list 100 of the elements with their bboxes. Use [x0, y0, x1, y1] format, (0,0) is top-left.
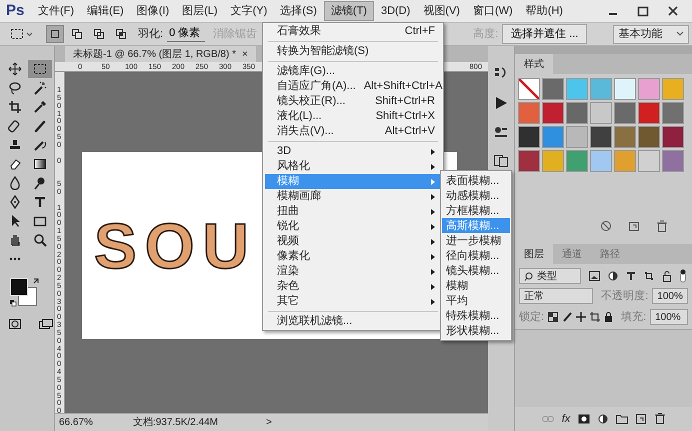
style-swatch[interactable]	[614, 78, 636, 100]
filter-toggle-icon[interactable]	[680, 269, 686, 283]
documents-icon[interactable]	[493, 154, 509, 168]
blend-mode-dropdown[interactable]: 正常	[519, 288, 594, 304]
menu-item[interactable]: 锐化	[265, 219, 441, 234]
adjustment-filter-icon[interactable]	[608, 271, 618, 281]
style-swatch[interactable]	[518, 78, 540, 100]
panel-tab[interactable]: 样式	[515, 54, 553, 74]
menu-item[interactable]: 转换为智能滤镜(S)	[265, 44, 441, 59]
menu-item[interactable]: 选择(S)	[274, 2, 323, 20]
style-swatch[interactable]	[590, 102, 612, 124]
style-swatch[interactable]	[542, 78, 564, 100]
screen-mode-icon[interactable]	[38, 318, 54, 330]
menu-item[interactable]: 消失点(V)... Alt+Ctrl+V	[265, 124, 441, 139]
style-swatch[interactable]	[662, 78, 684, 100]
properties-icon[interactable]	[494, 126, 508, 138]
folder-icon[interactable]	[616, 414, 628, 424]
quick-mask-icon[interactable]	[8, 318, 22, 330]
menu-item[interactable]: 风格化	[265, 159, 441, 174]
style-swatch[interactable]	[590, 126, 612, 148]
panel-tab[interactable]: 图层	[515, 244, 553, 264]
menu-item[interactable]: 特殊模糊...	[442, 308, 510, 323]
menu-item[interactable]: 模糊	[442, 278, 510, 293]
brush-icon[interactable]	[562, 312, 572, 322]
close-tab-button[interactable]: ×	[242, 46, 248, 62]
type-filter-icon[interactable]	[626, 271, 636, 281]
artboard-icon[interactable]	[590, 312, 600, 322]
menu-item[interactable]: 形状模糊...	[442, 323, 510, 338]
style-swatch[interactable]	[638, 126, 660, 148]
clear-style-icon[interactable]	[600, 220, 612, 232]
menu-item[interactable]: 石膏效果 Ctrl+F	[265, 24, 441, 39]
status-menu-arrow[interactable]: >	[266, 415, 272, 430]
menu-item[interactable]: 文件(F)	[32, 2, 80, 20]
menu-item[interactable]: 视图(V)	[417, 2, 466, 20]
menu-item[interactable]: 图层(L)	[176, 2, 224, 20]
menu-item[interactable]: 渲染	[265, 264, 441, 279]
smart-object-filter-icon[interactable]	[662, 270, 672, 282]
menu-item[interactable]: 编辑(E)	[81, 2, 130, 20]
play-icon[interactable]	[494, 96, 508, 110]
opacity-field[interactable]: 100%	[652, 288, 688, 304]
select-and-mask-button[interactable]: 选择并遮住 ...	[502, 24, 588, 44]
style-swatch[interactable]	[614, 150, 636, 172]
menu-item[interactable]: 液化(L)... Shift+Ctrl+X	[265, 109, 441, 124]
menu-item[interactable]: 其它	[265, 294, 441, 309]
style-swatch[interactable]	[518, 150, 540, 172]
lock-pixels-icon[interactable]	[548, 312, 558, 322]
adjustment-layer-icon[interactable]	[598, 414, 608, 424]
fill-field[interactable]: 100%	[650, 308, 688, 325]
lock-icon[interactable]	[604, 312, 614, 322]
style-swatch[interactable]	[542, 126, 564, 148]
menu-item[interactable]: 表面模糊...	[442, 173, 510, 188]
menu-item[interactable]: 浏览联机滤镜...	[265, 314, 441, 329]
workspace-dropdown[interactable]: 基本功能	[613, 24, 690, 44]
style-swatch[interactable]	[542, 150, 564, 172]
feather-field[interactable]: 0 像素	[167, 26, 206, 42]
style-swatch[interactable]	[566, 150, 588, 172]
menu-item[interactable]: 3D(D)	[374, 2, 416, 20]
style-swatch[interactable]	[638, 102, 660, 124]
history-icon[interactable]	[494, 66, 508, 80]
menu-item[interactable]: 平均	[442, 293, 510, 308]
menu-item[interactable]: 滤镜库(G)...	[265, 64, 441, 79]
menu-item[interactable]: 进一步模糊	[442, 233, 510, 248]
style-swatch[interactable]	[566, 78, 588, 100]
style-swatch[interactable]	[638, 150, 660, 172]
style-swatch[interactable]	[590, 150, 612, 172]
style-swatch[interactable]	[614, 102, 636, 124]
style-swatch[interactable]	[662, 102, 684, 124]
marquee-tool-icon[interactable]	[8, 26, 34, 42]
document-tab[interactable]: 未标题-1 @ 66.7% (图层 1, RGB/8) * ×	[65, 46, 256, 62]
style-swatch[interactable]	[566, 102, 588, 124]
mask-icon[interactable]	[578, 414, 590, 424]
menu-item[interactable]: 视频	[265, 234, 441, 249]
style-swatch[interactable]	[542, 102, 564, 124]
menu-item[interactable]: 镜头校正(R)... Shift+Ctrl+R	[265, 94, 441, 109]
menu-item[interactable]: 文字(Y)	[224, 2, 274, 20]
menu-item[interactable]: 杂色	[265, 279, 441, 294]
menu-item[interactable]: 自适应广角(A)... Alt+Shift+Ctrl+A	[265, 79, 441, 94]
menu-item[interactable]: 3D	[265, 144, 441, 159]
style-swatch[interactable]	[590, 78, 612, 100]
layer-filter-dropdown[interactable]: 类型	[519, 268, 581, 284]
style-swatch[interactable]	[662, 126, 684, 148]
menu-item[interactable]: 镜头模糊...	[442, 263, 510, 278]
shape-filter-icon[interactable]	[644, 271, 654, 281]
menu-item[interactable]: 方框模糊...	[442, 203, 510, 218]
selection-mode-button[interactable]	[46, 25, 64, 43]
style-swatch[interactable]	[662, 150, 684, 172]
style-swatch[interactable]	[638, 78, 660, 100]
move-icon[interactable]	[576, 312, 586, 322]
new-layer-icon[interactable]	[636, 413, 648, 424]
style-swatch[interactable]	[518, 102, 540, 124]
style-swatch[interactable]	[518, 126, 540, 148]
trash-icon[interactable]	[655, 413, 666, 424]
menu-item[interactable]: 窗口(W)	[466, 2, 519, 20]
menu-item[interactable]: 径向模糊...	[442, 248, 510, 263]
menu-item[interactable]: 帮助(H)	[520, 2, 569, 20]
menu-item[interactable]: 滤镜(T)	[324, 0, 374, 22]
style-swatch[interactable]	[566, 126, 588, 148]
menu-item[interactable]: 图像(I)	[130, 2, 176, 20]
trash-icon[interactable]	[656, 220, 668, 232]
style-swatch[interactable]	[614, 126, 636, 148]
